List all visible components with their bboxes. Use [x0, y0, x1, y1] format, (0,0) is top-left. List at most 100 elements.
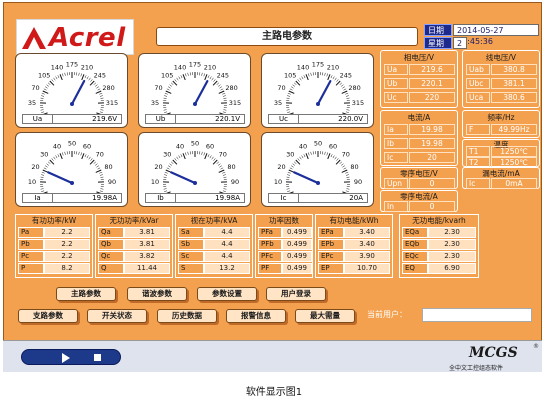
gauge-minor-tick	[88, 77, 91, 81]
gauge-minor-tick	[41, 172, 45, 174]
gauge-tick-label: 210	[81, 63, 93, 71]
line-voltage-label: Uab	[466, 64, 490, 75]
user-login-button[interactable]: 用户登录	[266, 287, 326, 301]
table-label: PF	[258, 263, 282, 274]
temperature-panel: 温度 T1 1250℃ T2 1250℃	[462, 139, 540, 168]
gauge-minor-tick	[96, 165, 100, 168]
settings-button[interactable]: 参数设置	[197, 287, 257, 301]
gauge-minor-tick	[220, 88, 224, 91]
gauge-minor-tick	[86, 76, 89, 80]
current-value: 19.98	[409, 138, 455, 149]
gauge-minor-tick	[287, 93, 291, 95]
gauge-minor-tick	[334, 156, 337, 160]
alarm-info-button[interactable]: 报警信息	[226, 309, 286, 323]
table-value: 2.2	[44, 239, 90, 250]
gauge-minor-tick	[55, 76, 58, 80]
switch-status-button[interactable]: 开关状态	[87, 309, 147, 323]
gauge-minor-tick	[185, 152, 187, 156]
gauge-minor-tick	[41, 190, 45, 192]
gauge-minor-tick	[41, 174, 45, 176]
play-icon[interactable]	[62, 353, 70, 363]
gauge-minor-tick	[332, 76, 335, 80]
weekday-label: 星期	[424, 37, 452, 49]
table-label: Q	[98, 263, 124, 274]
phase-voltage-label: Uc	[384, 92, 408, 103]
gauge-minor-tick	[346, 188, 350, 190]
gauge-minor-tick	[222, 95, 226, 97]
gauge-minor-tick	[301, 76, 304, 80]
gauge-minor-tick	[216, 161, 220, 164]
gauge-tick-label: 60	[206, 142, 214, 150]
history-data-button[interactable]: 历史数据	[157, 309, 217, 323]
gauge-tick-label: 30	[286, 151, 294, 159]
gauge-minor-tick	[80, 73, 82, 77]
gauge-tick-label: 140	[174, 63, 186, 71]
gauge-minor-tick	[223, 97, 227, 99]
gauge-minor-tick	[47, 82, 51, 85]
gauge-tick-label: 175	[312, 61, 324, 69]
gauge-minor-tick	[343, 167, 347, 170]
gauge-ib: 0102030405060708090100 Ib19.98A	[138, 132, 251, 207]
gauge-tick-label: 245	[217, 72, 229, 80]
figure-caption: 软件显示图1	[245, 387, 303, 398]
gauge-minor-tick	[340, 163, 344, 166]
gauge-tick-label: 20	[277, 163, 285, 171]
gauge-minor-tick	[308, 73, 310, 77]
gauge-major-tick	[341, 90, 348, 94]
current-user-field[interactable]	[422, 308, 532, 322]
gauge-minor-tick	[290, 86, 294, 89]
branch-params-button[interactable]: 支路参数	[18, 309, 78, 323]
gauge-minor-tick	[88, 156, 91, 160]
gauge-tick-label: 70	[219, 151, 227, 159]
gauge-minor-tick	[43, 167, 47, 170]
line-voltage-label: Ubc	[466, 78, 490, 89]
line-voltage-panel: 线电压/V Uab 380.8 Ubc 381.1 Uca 380.6	[462, 50, 540, 108]
gauge-minor-tick	[222, 111, 226, 113]
gauge-minor-tick	[170, 161, 174, 164]
gauge-major-tick	[288, 90, 295, 94]
apparent-power-table: 视在功率/kVA Sa 4.4 Sb 4.4 Sc 4.4 S 13.2	[175, 214, 253, 278]
gauge-minor-tick	[40, 109, 44, 111]
gauge-hub	[193, 102, 197, 106]
gauge-minor-tick	[64, 72, 66, 76]
gauge-minor-tick	[222, 174, 226, 176]
gauge-minor-tick	[201, 72, 203, 76]
gauge-minor-tick	[176, 77, 179, 81]
gauge-tick-label: 80	[350, 163, 358, 171]
main-params-button[interactable]: 主路参数	[56, 287, 116, 301]
gauge-minor-tick	[99, 174, 103, 176]
gauge-minor-tick	[84, 75, 87, 79]
gauge-minor-tick	[84, 154, 87, 158]
gauge-minor-tick	[345, 95, 349, 97]
table-value: 2.2	[44, 251, 90, 262]
gauge-minor-tick	[346, 176, 350, 178]
harmonic-params-button[interactable]: 谐波参数	[127, 287, 187, 301]
table-label: S	[178, 263, 204, 274]
table-title: 有功功率/kW	[31, 216, 77, 225]
gauge-tick-label: 105	[161, 72, 173, 80]
gauge-minor-tick	[164, 93, 168, 95]
current-user-label: 当前用户：	[367, 310, 407, 319]
active-power-table: 有功功率/kW Pa 2.2 Pb 2.2 Pc 2.2 P 8.2	[15, 214, 93, 278]
table-label: EQb	[402, 239, 428, 250]
gauge-minor-tick	[222, 172, 226, 174]
gauge-value: 19.98A	[92, 194, 117, 202]
mcgs-logo: MCGS	[469, 345, 518, 361]
gauge-needle	[47, 171, 74, 185]
gauge-minor-tick	[163, 109, 167, 111]
table-value: 4.4	[204, 239, 250, 250]
zero-seq-current-label: In	[384, 201, 408, 212]
gauge-minor-tick	[203, 152, 205, 156]
gauge-name: Ib	[146, 194, 176, 202]
zero-seq-voltage-value: 0	[409, 178, 455, 189]
gauge-minor-tick	[345, 174, 349, 176]
max-demand-button[interactable]: 最大需量	[295, 309, 355, 323]
gauge-major-tick	[305, 74, 309, 81]
gauge-minor-tick	[292, 163, 296, 166]
gauge-ub: 03570105140175210245280315350 Ub220.1V	[138, 53, 251, 128]
stop-icon[interactable]	[94, 354, 101, 361]
gauge-minor-tick	[339, 161, 343, 164]
gauge-minor-tick	[287, 190, 291, 192]
gauge-major-tick	[165, 90, 172, 94]
gauge-name: Ic	[269, 194, 299, 202]
